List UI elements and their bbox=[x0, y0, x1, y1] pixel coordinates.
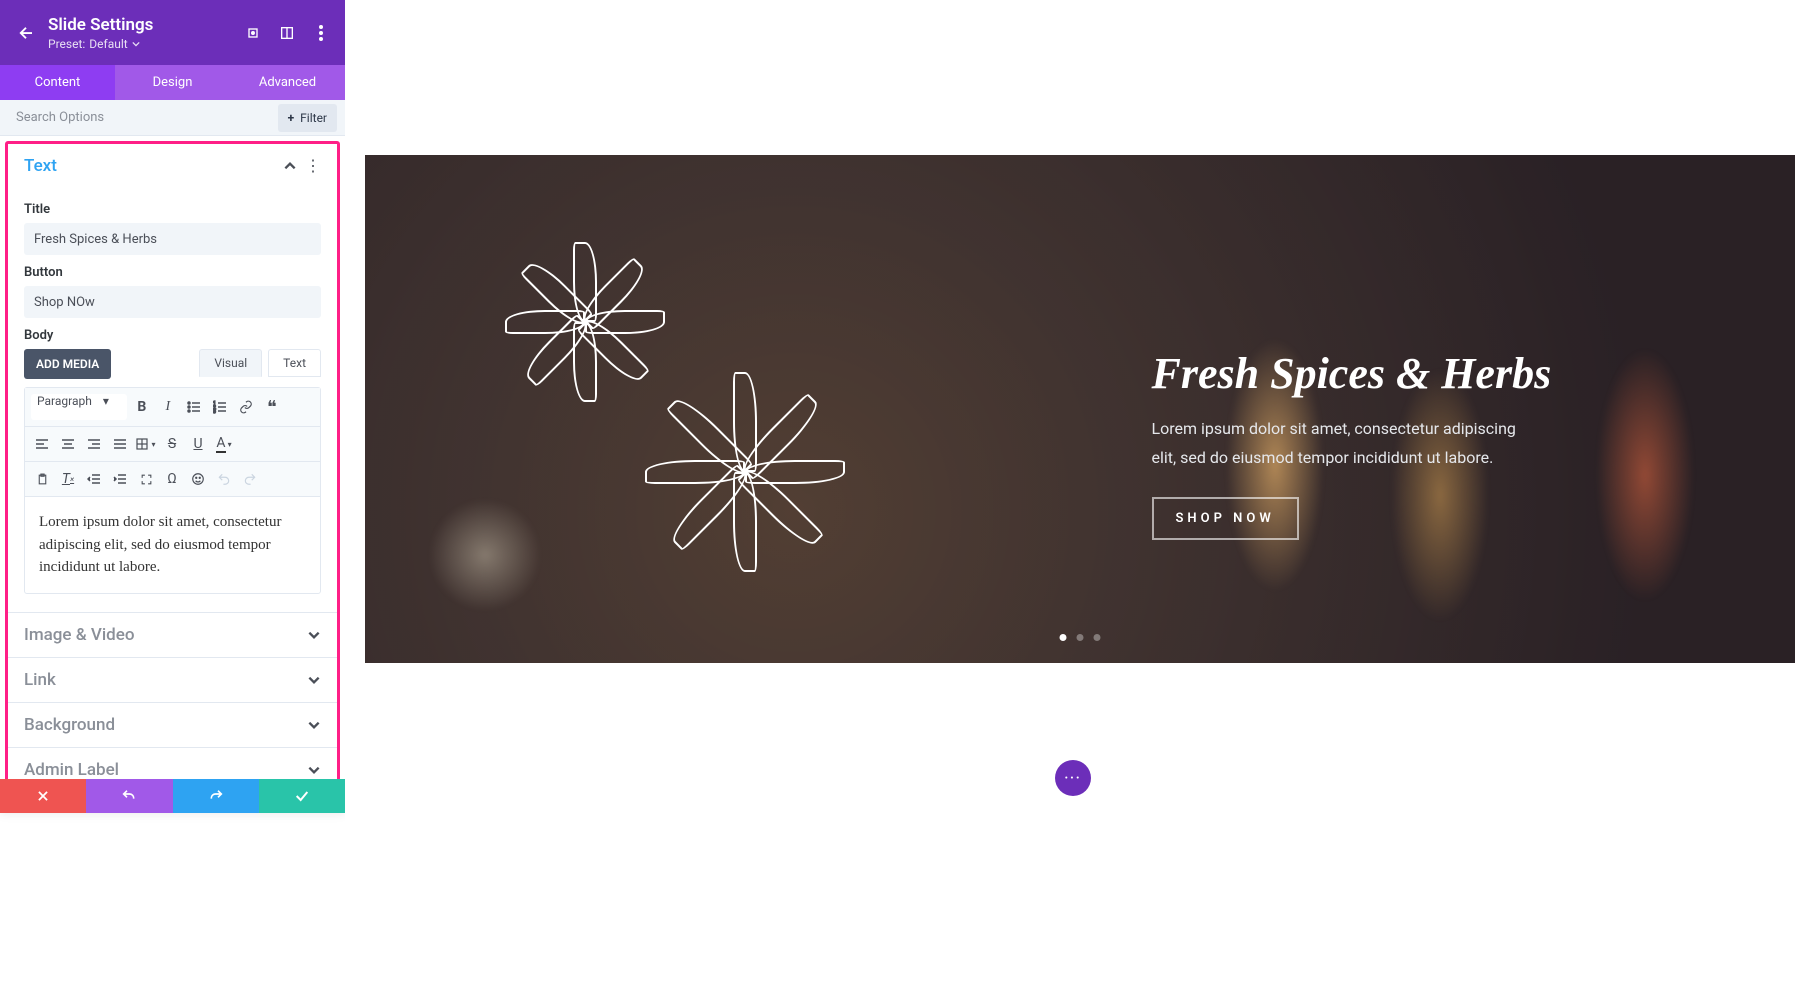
dot-3[interactable] bbox=[1094, 634, 1101, 641]
chevron-down-icon bbox=[307, 763, 321, 777]
title-input[interactable] bbox=[24, 223, 321, 255]
chevron-down-icon bbox=[307, 718, 321, 732]
chevron-up-icon bbox=[283, 159, 297, 173]
button-text-input[interactable] bbox=[24, 286, 321, 318]
button-label: Button bbox=[24, 265, 321, 280]
mode-text-tab[interactable]: Text bbox=[268, 349, 321, 377]
tab-advanced[interactable]: Advanced bbox=[230, 65, 345, 100]
bold-icon[interactable]: B bbox=[131, 396, 153, 418]
quote-icon[interactable]: ❝ bbox=[261, 396, 283, 418]
filter-button[interactable]: + Filter bbox=[278, 104, 337, 132]
body-label: Body bbox=[24, 328, 321, 343]
section-admin-label: Admin Label bbox=[8, 748, 337, 780]
body-content[interactable]: Lorem ipsum dolor sit amet, consectetur … bbox=[25, 497, 320, 593]
tab-content[interactable]: Content bbox=[0, 65, 115, 100]
search-row: + Filter bbox=[0, 100, 345, 136]
save-button[interactable] bbox=[259, 779, 345, 813]
footer-undo-button[interactable] bbox=[86, 779, 172, 813]
title-label: Title bbox=[24, 202, 321, 217]
back-button[interactable] bbox=[14, 21, 38, 45]
decorative-flowers bbox=[525, 240, 885, 600]
undo-icon[interactable] bbox=[213, 468, 235, 490]
floating-action-button[interactable]: ··· bbox=[1055, 760, 1091, 796]
more-icon[interactable] bbox=[311, 23, 331, 43]
panel-title: Slide Settings bbox=[48, 15, 243, 35]
section-background-header[interactable]: Background bbox=[8, 703, 337, 747]
slide-dots bbox=[1060, 634, 1101, 641]
align-center-icon[interactable] bbox=[57, 433, 79, 455]
emoji-icon[interactable] bbox=[187, 468, 209, 490]
svg-text:3: 3 bbox=[213, 409, 216, 414]
align-right-icon[interactable] bbox=[83, 433, 105, 455]
underline-icon[interactable]: U bbox=[187, 433, 209, 455]
expand-icon[interactable] bbox=[243, 23, 263, 43]
paste-icon[interactable] bbox=[31, 468, 53, 490]
link-icon[interactable] bbox=[235, 396, 257, 418]
section-background: Background bbox=[8, 703, 337, 748]
redo-icon[interactable] bbox=[239, 468, 261, 490]
italic-icon[interactable]: I bbox=[157, 396, 179, 418]
more-icon: ··· bbox=[1064, 768, 1081, 789]
hero-slide: Fresh Spices & Herbs Lorem ipsum dolor s… bbox=[365, 155, 1795, 663]
indent-icon[interactable] bbox=[109, 468, 131, 490]
outdent-icon[interactable] bbox=[83, 468, 105, 490]
paragraph-select[interactable]: Paragraph ▾ bbox=[31, 394, 127, 420]
dot-1[interactable] bbox=[1060, 634, 1067, 641]
shop-now-button[interactable]: SHOP NOW bbox=[1152, 497, 1299, 540]
bullet-list-icon[interactable] bbox=[183, 396, 205, 418]
text-color-icon[interactable]: A▾ bbox=[213, 433, 235, 455]
section-text: Text ⋮ Title Button Body ADD MEDIA bbox=[8, 144, 337, 613]
search-input[interactable] bbox=[0, 100, 278, 135]
slide-body-text: Lorem ipsum dolor sit amet, consectetur … bbox=[1152, 415, 1532, 473]
fullscreen-icon[interactable] bbox=[135, 468, 157, 490]
slide-title: Fresh Spices & Herbs bbox=[1152, 348, 1724, 399]
settings-panel: Slide Settings Preset: Default Content D… bbox=[0, 0, 345, 813]
align-left-icon[interactable] bbox=[31, 433, 53, 455]
mode-visual-tab[interactable]: Visual bbox=[199, 349, 262, 377]
section-link-header[interactable]: Link bbox=[8, 658, 337, 702]
preset-selector[interactable]: Preset: Default bbox=[48, 37, 243, 51]
panel-body: Text ⋮ Title Button Body ADD MEDIA bbox=[0, 136, 345, 779]
footer-redo-button[interactable] bbox=[173, 779, 259, 813]
section-admin-label-header[interactable]: Admin Label bbox=[8, 748, 337, 780]
special-char-icon[interactable]: Ω bbox=[161, 468, 183, 490]
snap-icon[interactable] bbox=[277, 23, 297, 43]
section-link: Link bbox=[8, 658, 337, 703]
table-icon[interactable]: ▾ bbox=[135, 433, 157, 455]
section-image-video-header[interactable]: Image & Video bbox=[8, 613, 337, 657]
add-media-button[interactable]: ADD MEDIA bbox=[24, 349, 111, 379]
panel-footer bbox=[0, 779, 345, 813]
canvas: Fresh Spices & Herbs Lorem ipsum dolor s… bbox=[345, 0, 1800, 1006]
strike-icon[interactable]: S bbox=[161, 433, 183, 455]
cancel-button[interactable] bbox=[0, 779, 86, 813]
tab-design[interactable]: Design bbox=[115, 65, 230, 100]
section-image-video: Image & Video bbox=[8, 613, 337, 658]
highlighted-region: Text ⋮ Title Button Body ADD MEDIA bbox=[5, 141, 340, 779]
chevron-down-icon bbox=[307, 673, 321, 687]
clear-format-icon[interactable]: T× bbox=[57, 468, 79, 490]
slide-content: Fresh Spices & Herbs Lorem ipsum dolor s… bbox=[1152, 348, 1724, 540]
number-list-icon[interactable]: 123 bbox=[209, 396, 231, 418]
section-text-header[interactable]: Text ⋮ bbox=[8, 144, 337, 188]
align-justify-icon[interactable] bbox=[109, 433, 131, 455]
panel-tabs: Content Design Advanced bbox=[0, 65, 345, 100]
chevron-down-icon bbox=[307, 628, 321, 642]
dot-2[interactable] bbox=[1077, 634, 1084, 641]
rich-text-editor: Paragraph ▾ B I 123 ❝ bbox=[24, 387, 321, 594]
panel-header: Slide Settings Preset: Default bbox=[0, 0, 345, 65]
